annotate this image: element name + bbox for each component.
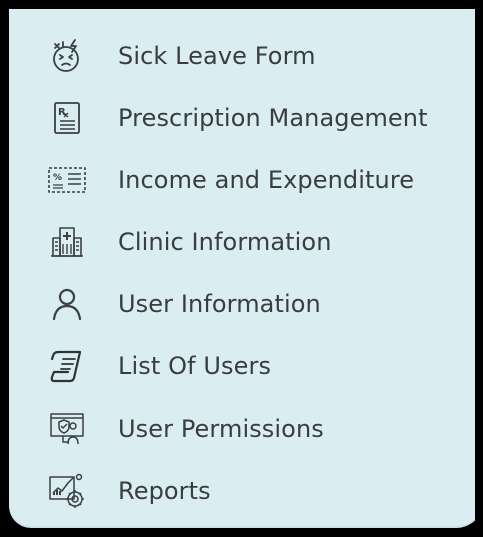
sick-face-icon xyxy=(47,36,87,76)
menu-item-label: Clinic Information xyxy=(118,228,332,256)
menu-item-list-of-users[interactable]: List Of Users xyxy=(9,337,469,395)
window-edge-bottom xyxy=(0,530,483,537)
menu-item-user-permissions[interactable]: User Permissions xyxy=(9,400,469,458)
menu-item-clinic-information[interactable]: Clinic Information xyxy=(9,213,469,271)
menu-item-prescription-management[interactable]: R Prescription Management xyxy=(9,89,469,147)
clinic-building-icon xyxy=(47,222,87,262)
user-icon xyxy=(47,284,87,324)
menu-item-label: Sick Leave Form xyxy=(118,42,316,70)
menu-item-label: List Of Users xyxy=(118,352,272,380)
menu-item-reports[interactable]: Reports xyxy=(9,462,469,520)
menu-item-label: Prescription Management xyxy=(118,104,428,132)
user-permissions-icon xyxy=(47,409,87,449)
svg-text:%: % xyxy=(53,173,62,183)
side-menu-panel: Sick Leave Form R Prescription Managemen… xyxy=(9,9,483,528)
menu-item-label: Income and Expenditure xyxy=(118,166,415,194)
menu-item-label: User Permissions xyxy=(118,415,324,443)
window-edge-right xyxy=(475,0,483,537)
user-list-icon xyxy=(47,346,87,386)
menu-item-label: Reports xyxy=(118,477,211,505)
reports-icon xyxy=(47,471,87,511)
menu-item-label: User Information xyxy=(118,290,321,318)
menu-item-user-information[interactable]: User Information xyxy=(9,275,469,333)
menu-item-income-and-expenditure[interactable]: % Income and Expenditure xyxy=(9,151,469,209)
prescription-icon: R xyxy=(47,98,87,138)
income-expenditure-icon: % xyxy=(47,160,87,200)
menu-item-sick-leave-form[interactable]: Sick Leave Form xyxy=(9,27,469,85)
